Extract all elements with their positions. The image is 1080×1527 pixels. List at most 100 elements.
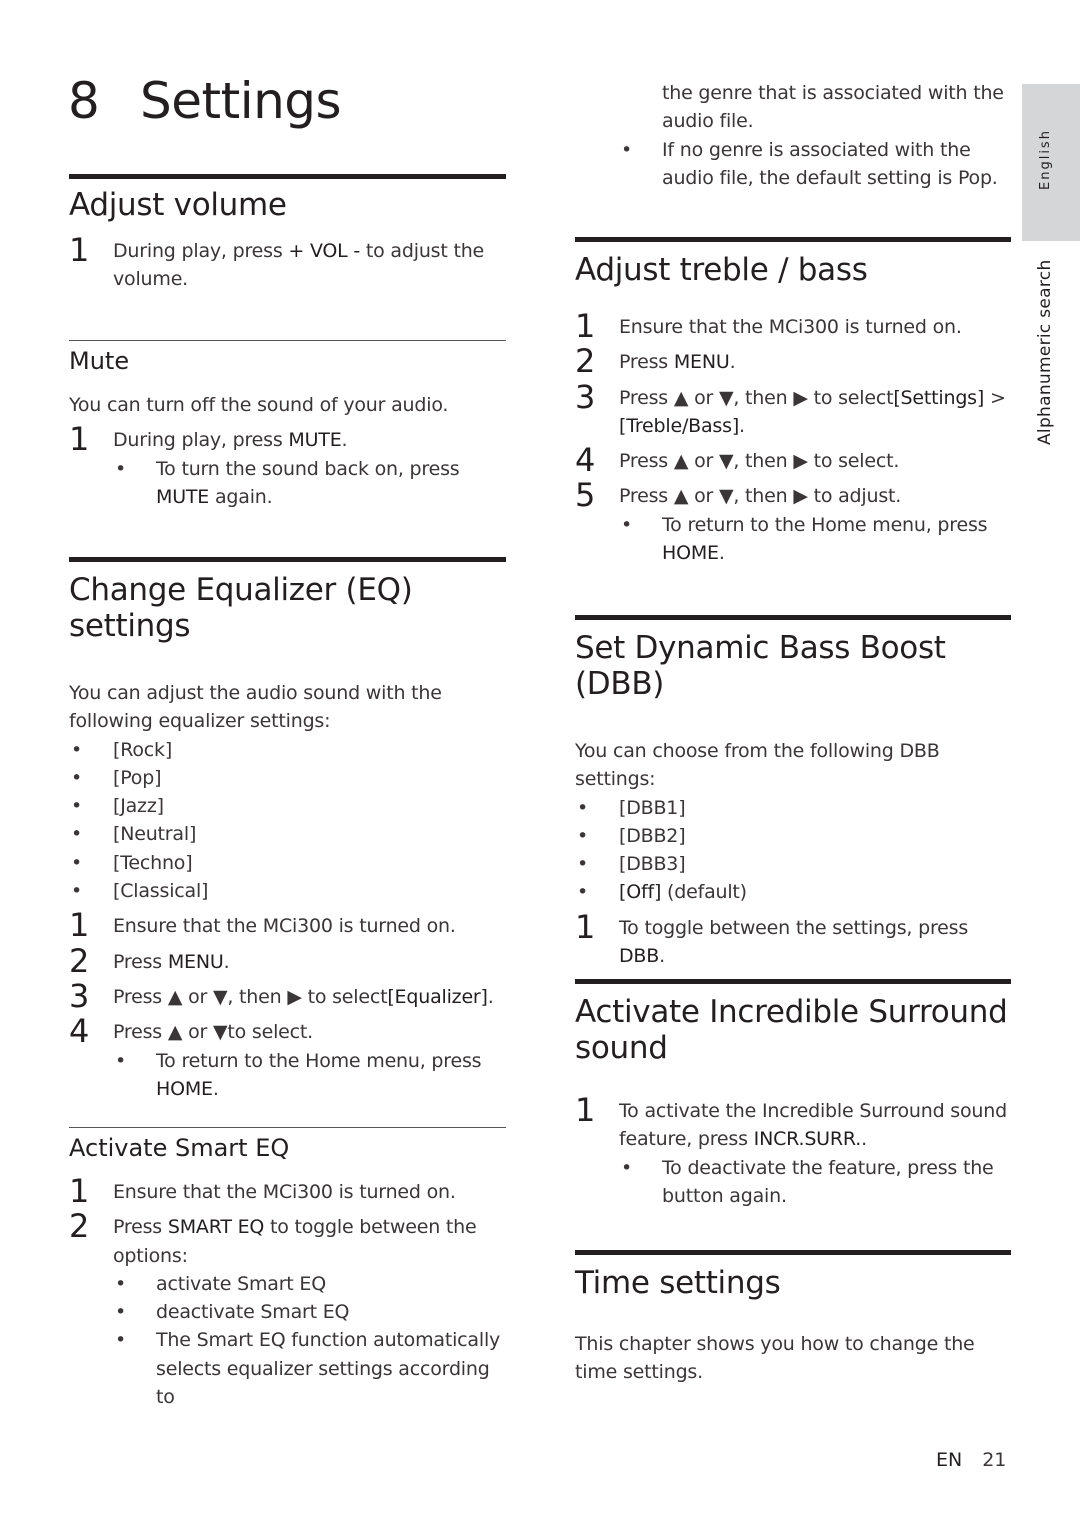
step-text: Ensure that the MCi300 is turned on. (619, 316, 962, 338)
smart-eq-continuation: the genre that is associated with the au… (575, 79, 1011, 192)
section-time-settings: Time settings This chapter shows you how… (575, 1250, 1011, 1387)
key-label: MUTE (156, 485, 210, 508)
step-text: Ensure that the MCi300 is turned on. (113, 1181, 456, 1203)
bullet-text: To turn the sound back on, press (156, 457, 460, 480)
key-label: [Equalizer] (387, 985, 488, 1008)
key-label: INCR.SURR. (753, 1128, 862, 1151)
step-number: 1 (69, 1172, 90, 1210)
section-smart-eq: Activate Smart EQ 1 Ensure that the MCi3… (69, 1127, 506, 1411)
step-text: During play, press (113, 240, 289, 262)
key-label: DBB (619, 945, 660, 968)
step-item: 1 To toggle between the settings, press … (575, 909, 1011, 971)
dbb-option: • [Off] (default) (575, 878, 1011, 906)
dbb-option: • [DBB3] (575, 850, 1011, 878)
step-item: 2 Press MENU. (69, 943, 506, 979)
option-text: [Jazz] (113, 795, 164, 818)
step-number: 2 (69, 941, 90, 980)
step-text: . (729, 351, 736, 374)
step-text: . (487, 985, 494, 1008)
section-equalizer: Change Equalizer (EQ) settings You can a… (69, 557, 506, 1103)
bullet-continuation: the genre that is associated with the au… (575, 79, 1011, 136)
eq-option: • [Pop] (69, 764, 506, 792)
step-text: To toggle between the settings, press (619, 916, 969, 939)
step-number: 5 (575, 476, 596, 515)
page-number: 21 (982, 1449, 1007, 1471)
bullet-icon: • (71, 795, 83, 818)
section-surround: Activate Incredible Surround sound 1 To … (575, 979, 1011, 1210)
bullet-text: . (212, 1077, 219, 1100)
bullet-icon: • (71, 880, 83, 903)
bullet-icon: • (621, 1156, 633, 1179)
step-item: 2 Press MENU. (575, 343, 1011, 379)
bullet-item: • To return to the Home menu, press HOME… (69, 1047, 506, 1104)
step-number: 1 (69, 231, 90, 269)
option-text: [Techno] (113, 851, 193, 874)
key-label: HOME (662, 542, 719, 565)
eq-options-list: • [Rock] • [Pop] • [Jazz] • [Neutral] • [Tech… (69, 736, 506, 906)
option-text: [Classical] (113, 880, 209, 903)
bullet-item: • To return to the Home menu, press HOME… (575, 511, 1011, 568)
subsection-title: Mute (69, 347, 130, 375)
dbb-option: • [DBB1] (575, 794, 1011, 822)
intro-text: This chapter shows you how to change the… (575, 1333, 975, 1384)
option-text: [DBB2] (619, 824, 686, 847)
section-dbb: Set Dynamic Bass Boost (DBB) You can cho… (575, 615, 1011, 970)
key-label: HOME (156, 1077, 213, 1100)
bullet-icon: • (577, 881, 589, 904)
section-title: Set Dynamic Bass Boost (DBB) (575, 630, 946, 702)
step-item: 4 Press ▲ or ▼, then ▶ to select. (575, 442, 1011, 478)
bullet-item: • deactivate Smart EQ (69, 1298, 506, 1326)
option-text: [Rock] (113, 738, 173, 761)
eq-option: • [Neutral] (69, 820, 506, 848)
page-footer: EN 21 (936, 1449, 1006, 1471)
bullet-icon: • (115, 1049, 127, 1072)
chapter-name: Settings (140, 72, 342, 130)
bullet-icon: • (115, 457, 127, 480)
key-label: MUTE (288, 429, 342, 452)
step-text: Press ▲ or ▼to select. (113, 1021, 313, 1044)
step-text: . (223, 950, 230, 973)
key-label: + VOL - (288, 240, 361, 262)
bullet-icon: • (115, 1272, 127, 1295)
step-item: 5 Press ▲ or ▼, then ▶ to adjust. (575, 477, 1011, 513)
step-text: Ensure that the MCi300 is turned on. (113, 915, 456, 938)
step-item: 1 Ensure that the MCi300 is turned on. (575, 308, 1011, 344)
step-number: 1 (575, 1091, 596, 1129)
step-item: 1 Ensure that the MCi300 is turned on. (69, 1173, 506, 1209)
step-text: Press ▲ or ▼, then ▶ to select. (619, 450, 900, 473)
step-number: 1 (69, 906, 90, 945)
step-text: . (659, 945, 665, 968)
footer-language: EN (936, 1449, 963, 1471)
step-number: 1 (575, 307, 596, 345)
key-label: MENU (673, 351, 730, 374)
step-text: Press (619, 351, 674, 374)
key-label: SMART EQ (167, 1216, 265, 1239)
step-number: 4 (69, 1012, 90, 1051)
eq-option: • [Jazz] (69, 792, 506, 820)
bullet-item: • To deactivate the feature, press the bu… (575, 1154, 1011, 1211)
bullet-item: • If no genre is associated with the audi… (575, 136, 1011, 193)
bullet-icon: • (115, 1301, 127, 1324)
bullet-icon: • (115, 1329, 127, 1352)
step-item: 3 Press ▲ or ▼, then ▶ to select[Equaliz… (69, 978, 506, 1014)
bullet-icon: • (71, 823, 83, 846)
bullet-icon: • (621, 138, 633, 161)
bullet-text: . (718, 542, 725, 565)
step-text: . (861, 1128, 867, 1151)
step-text: > (984, 386, 1006, 409)
option-text: [Pop] (113, 766, 162, 789)
dbb-option: • [DBB2] (575, 822, 1011, 850)
step-number: 2 (69, 1207, 90, 1246)
option-text: [Off] (619, 881, 662, 904)
option-text: [DBB3] (619, 853, 686, 876)
step-number: 2 (575, 342, 596, 381)
bullet-icon: • (71, 851, 83, 874)
intro-text: You can turn off the sound of your audio… (69, 394, 449, 416)
bullet-text: To deactivate the feature, press the but… (662, 1156, 994, 1207)
bullet-icon: • (577, 853, 589, 876)
section-mute: Mute You can turn off the sound of your … (69, 340, 506, 511)
bullet-text: The Smart EQ function automatically sele… (156, 1329, 501, 1409)
bullet-text: deactivate Smart EQ (156, 1301, 350, 1324)
step-number: 1 (575, 907, 596, 946)
step-item: 2 Press SMART EQ to toggle between the o… (69, 1208, 506, 1270)
